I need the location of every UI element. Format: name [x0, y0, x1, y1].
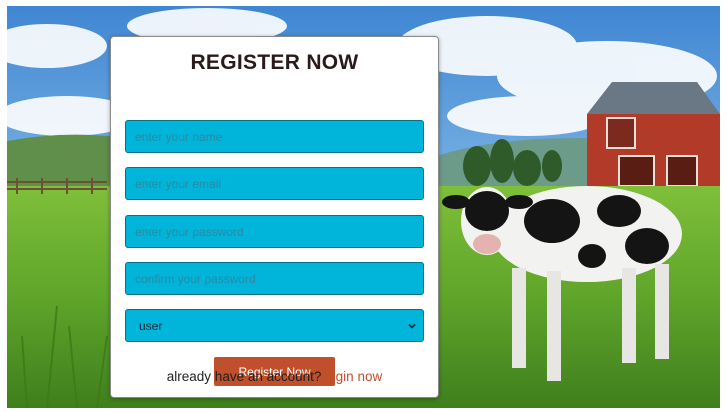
- page-frame: REGISTER NOW user Register Now already h…: [7, 6, 720, 408]
- name-input[interactable]: [125, 120, 424, 153]
- confirm-password-input[interactable]: [125, 262, 424, 295]
- login-prompt-line: already have an account? login now: [111, 369, 438, 384]
- user-type-select[interactable]: user: [125, 309, 424, 342]
- form-title: REGISTER NOW: [190, 51, 359, 74]
- register-form-card: REGISTER NOW user Register Now already h…: [110, 36, 439, 398]
- password-input[interactable]: [125, 215, 424, 248]
- login-prompt-text: already have an account?: [166, 369, 322, 384]
- chevron-down-icon: [408, 323, 416, 329]
- user-type-selected-value: user: [139, 318, 163, 333]
- login-now-link[interactable]: login now: [325, 369, 382, 384]
- email-input[interactable]: [125, 167, 424, 200]
